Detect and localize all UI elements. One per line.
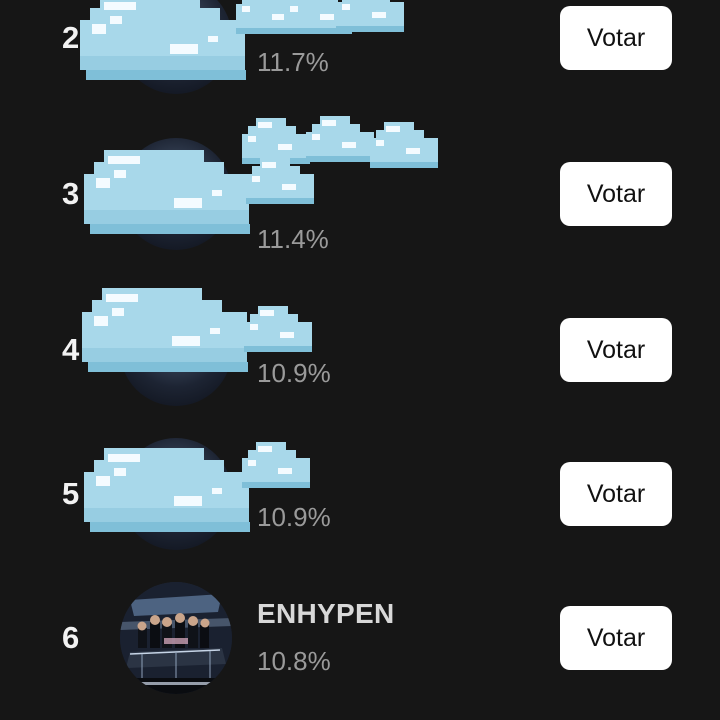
vote-button[interactable]: Votar: [560, 606, 672, 670]
vote-percentage: 10.9%: [257, 358, 331, 388]
vote-percentage: 11.4%: [257, 224, 329, 254]
ranking-row: 3 11.4% Votar: [0, 122, 720, 266]
artist-avatar[interactable]: [120, 0, 232, 94]
vote-percentage: 11.7%: [257, 47, 329, 77]
ranking-row: 2 11.7% Votar: [0, 0, 720, 110]
artist-avatar[interactable]: [120, 438, 232, 550]
vote-percentage: 10.9%: [257, 502, 331, 532]
artist-avatar[interactable]: [120, 138, 232, 250]
artist-avatar[interactable]: [120, 294, 232, 406]
group-photo-icon: [120, 582, 232, 694]
ranking-row: 5 10.9% Votar: [0, 422, 720, 566]
rank-number: 4: [62, 332, 80, 367]
rank-number: 5: [62, 476, 80, 511]
rank-number: 2: [62, 20, 80, 55]
vote-button[interactable]: Votar: [560, 6, 672, 70]
rank-number: 3: [62, 176, 80, 211]
ranking-row: 4 10.9% Votar: [0, 278, 720, 422]
ranking-row: 6 ENHYPEN 10.8% Votar: [0, 566, 720, 710]
vote-button[interactable]: Votar: [560, 318, 672, 382]
ranking-list: 2 11.7% Votar 3 11.4% Votar 4 10.9% Vota…: [0, 0, 720, 720]
artist-avatar[interactable]: [120, 582, 232, 694]
vote-percentage: 10.8%: [257, 646, 331, 676]
vote-button[interactable]: Votar: [560, 462, 672, 526]
vote-button[interactable]: Votar: [560, 162, 672, 226]
artist-name: ENHYPEN: [257, 598, 395, 629]
rank-number: 6: [62, 620, 80, 655]
